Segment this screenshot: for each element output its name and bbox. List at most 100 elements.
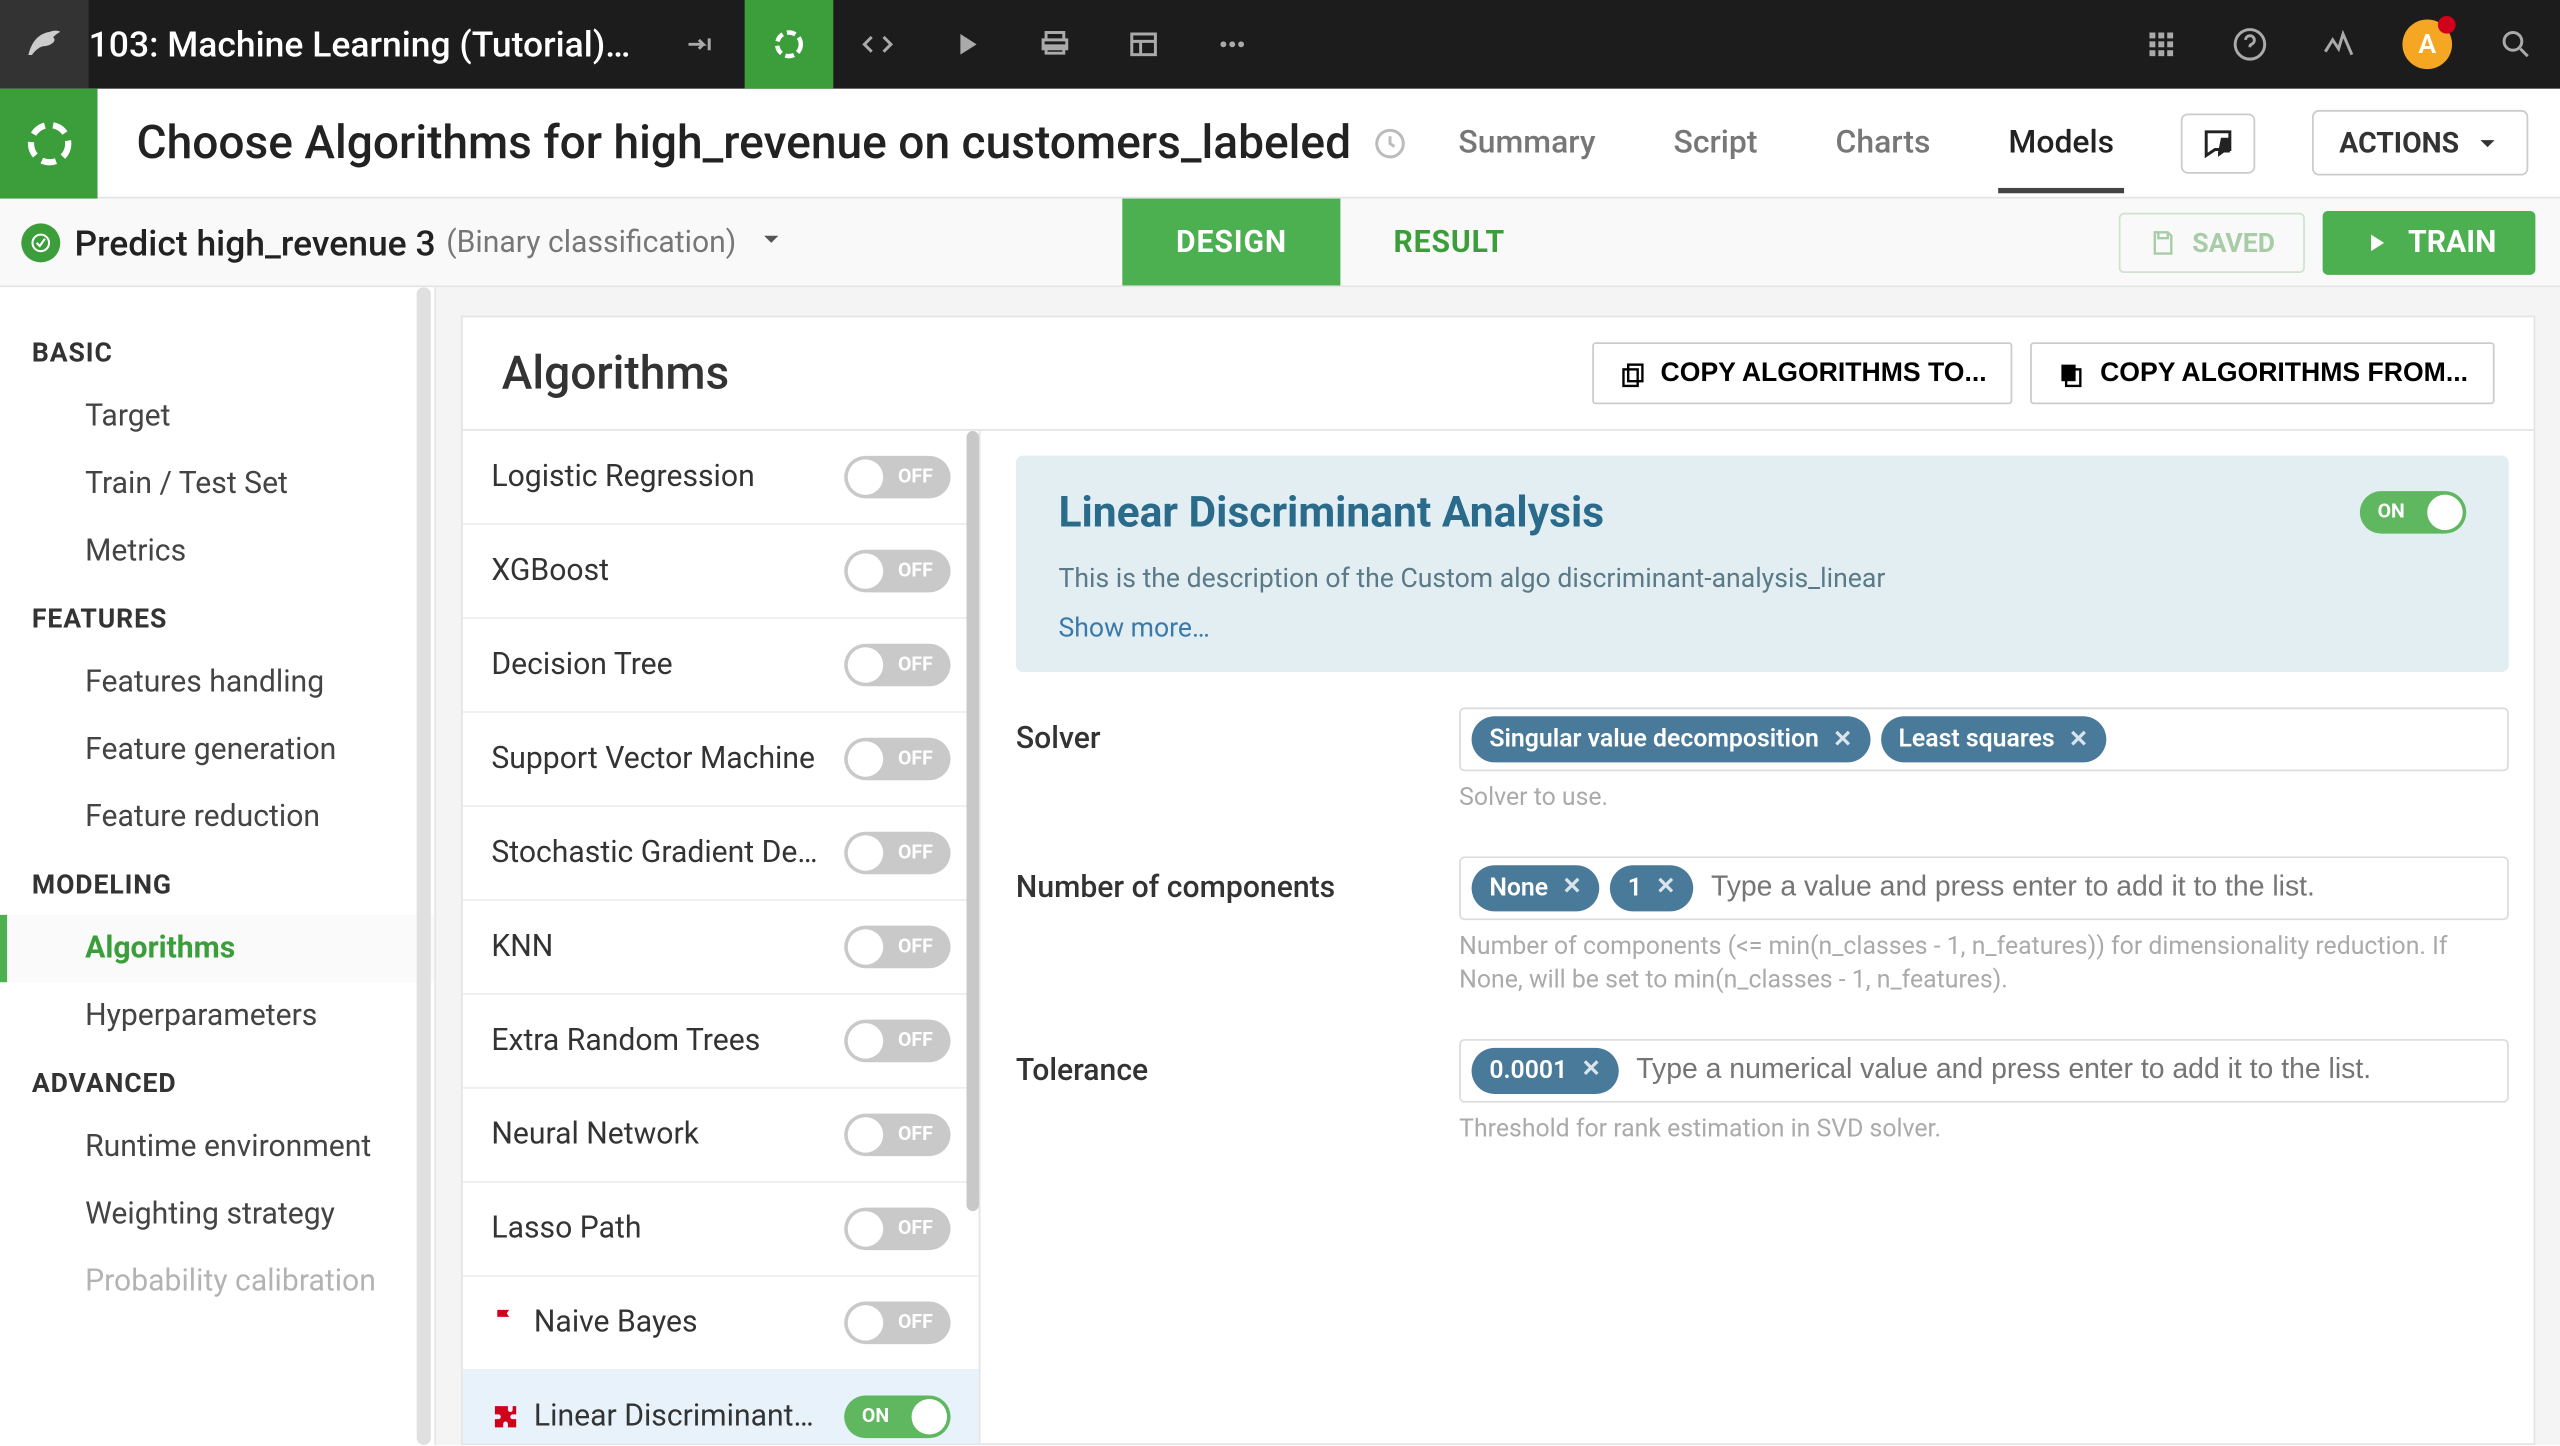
more-icon[interactable] xyxy=(1188,0,1277,89)
saved-label: SAVED xyxy=(2192,226,2275,258)
remove-tag-icon[interactable]: ✕ xyxy=(1833,726,1852,753)
help-icon[interactable] xyxy=(2206,0,2295,89)
algo-toggle[interactable]: OFF xyxy=(844,644,950,687)
nav-hyperparameters[interactable]: Hyperparameters xyxy=(0,982,434,1049)
print-icon[interactable] xyxy=(1011,0,1100,89)
tab-models[interactable]: Models xyxy=(1998,92,2125,193)
algo-row[interactable]: Extra Random TreesOFF xyxy=(463,995,979,1089)
remove-tag-icon[interactable]: ✕ xyxy=(1581,1057,1600,1084)
algo-toggle[interactable]: OFF xyxy=(844,550,950,593)
tag[interactable]: Singular value decomposition✕ xyxy=(1472,716,1871,762)
algo-row[interactable]: Lasso PathOFF xyxy=(463,1183,979,1277)
algo-name: Neural Network xyxy=(491,1117,699,1152)
nav-section-advanced: ADVANCED xyxy=(0,1050,434,1114)
apps-grid-icon[interactable] xyxy=(2117,0,2206,89)
train-label: TRAIN xyxy=(2408,224,2496,259)
algo-row[interactable]: Neural Network OFF xyxy=(463,1089,979,1183)
algo-row[interactable]: KNNOFF xyxy=(463,901,979,995)
algo-toggle[interactable]: OFF xyxy=(844,926,950,969)
tab-script[interactable]: Script xyxy=(1663,92,1768,193)
algo-toggle[interactable]: ON xyxy=(844,1395,950,1438)
param-solver: Solver Singular value decomposition✕ Lea… xyxy=(1016,707,2509,816)
model-name[interactable]: Predict high_revenue 3 xyxy=(74,221,435,264)
remove-tag-icon[interactable]: ✕ xyxy=(2069,726,2088,753)
project-title[interactable]: 103: Machine Learning (Tutorial) f… xyxy=(89,23,656,66)
tag[interactable]: 0.0001✕ xyxy=(1472,1047,1619,1093)
notification-dot-icon xyxy=(2438,16,2456,34)
tab-charts[interactable]: Charts xyxy=(1825,92,1941,193)
sub-header: Predict high_revenue 3 (Binary classific… xyxy=(0,199,2560,288)
code-icon[interactable] xyxy=(833,0,922,89)
nav-weighting[interactable]: Weighting strategy xyxy=(0,1181,434,1248)
chat-button[interactable] xyxy=(2181,113,2255,173)
algo-row[interactable]: Logistic RegressionOFF xyxy=(463,431,979,525)
play-icon[interactable] xyxy=(922,0,1011,89)
nav-metrics[interactable]: Metrics xyxy=(0,518,434,585)
left-nav: BASIC Target Train / Test Set Metrics FE… xyxy=(0,287,436,1445)
algo-row[interactable]: XGBoostOFF xyxy=(463,525,979,619)
avatar[interactable]: A xyxy=(2383,0,2472,89)
nav-target[interactable]: Target xyxy=(0,383,434,450)
algo-name: Linear Discriminant… xyxy=(534,1399,814,1434)
algo-toggle[interactable]: OFF xyxy=(844,832,950,875)
layout-icon[interactable] xyxy=(1099,0,1188,89)
algo-row[interactable]: Stochastic Gradient De… OFF xyxy=(463,807,979,901)
tab-design[interactable]: DESIGN xyxy=(1123,199,1340,286)
nav-algorithms[interactable]: Algorithms xyxy=(0,915,434,982)
algo-row[interactable]: Support Vector Machine OFF xyxy=(463,713,979,807)
algo-toggle[interactable]: OFF xyxy=(844,1301,950,1344)
search-icon[interactable] xyxy=(2472,0,2560,89)
nav-train-test[interactable]: Train / Test Set xyxy=(0,450,434,517)
refresh-icon[interactable] xyxy=(1372,125,1407,160)
circle-icon[interactable] xyxy=(745,0,834,89)
page-title: Choose Algorithms for high_revenue on cu… xyxy=(137,116,1352,169)
show-more-link[interactable]: Show more… xyxy=(1058,612,2466,644)
tolerance-input[interactable]: 0.0001✕ xyxy=(1459,1039,2509,1103)
recipe-logo-icon[interactable] xyxy=(0,88,98,198)
algo-toggle[interactable]: OFF xyxy=(844,1019,950,1062)
nav-feature-generation[interactable]: Feature generation xyxy=(0,716,434,783)
actions-button[interactable]: ACTIONS xyxy=(2313,110,2529,176)
n-components-input[interactable]: None✕ 1✕ xyxy=(1459,856,2509,920)
detail-header-card: Linear Discriminant Analysis ON This is … xyxy=(1016,456,2509,672)
algorithm-list: Logistic RegressionOFFXGBoostOFFDecision… xyxy=(463,431,981,1443)
activity-icon[interactable] xyxy=(2294,0,2383,89)
remove-tag-icon[interactable]: ✕ xyxy=(1562,874,1581,901)
algorithm-detail: Linear Discriminant Analysis ON This is … xyxy=(980,431,2533,1443)
main-area: Algorithms COPY ALGORITHMS TO... COPY AL… xyxy=(436,287,2560,1445)
detail-toggle[interactable]: ON xyxy=(2360,491,2466,534)
flow-icon[interactable] xyxy=(656,0,745,89)
algo-toggle[interactable]: OFF xyxy=(844,1113,950,1156)
algo-toggle[interactable]: OFF xyxy=(844,1207,950,1250)
nav-features-handling[interactable]: Features handling xyxy=(0,649,434,716)
nav-probability[interactable]: Probability calibration xyxy=(0,1248,434,1315)
nav-runtime[interactable]: Runtime environment xyxy=(0,1113,434,1180)
tab-result[interactable]: RESULT xyxy=(1340,199,1558,286)
detail-description: This is the description of the Custom al… xyxy=(1058,562,2466,594)
algo-toggle[interactable]: OFF xyxy=(844,456,950,499)
algo-row[interactable]: Decision Tree OFF xyxy=(463,619,979,713)
chevron-down-icon[interactable] xyxy=(758,224,786,259)
tab-summary[interactable]: Summary xyxy=(1448,92,1606,193)
copy-to-button[interactable]: COPY ALGORITHMS TO... xyxy=(1591,342,2013,404)
nav-feature-reduction[interactable]: Feature reduction xyxy=(0,784,434,851)
train-button[interactable]: TRAIN xyxy=(2323,210,2535,274)
tag[interactable]: 1✕ xyxy=(1610,865,1693,911)
algo-name: Stochastic Gradient De… xyxy=(491,835,817,870)
solver-input[interactable]: Singular value decomposition✕ Least squa… xyxy=(1459,707,2509,771)
tag[interactable]: None✕ xyxy=(1472,865,1600,911)
algo-toggle[interactable]: OFF xyxy=(844,738,950,781)
app-logo-icon[interactable] xyxy=(0,0,89,89)
tag[interactable]: Least squares✕ xyxy=(1881,716,2106,762)
tag-text-input[interactable] xyxy=(1704,865,2497,911)
help-text: Number of components (<= min(n_classes -… xyxy=(1459,930,2509,999)
scrollbar[interactable] xyxy=(966,431,978,1211)
algo-row[interactable]: Naive BayesOFF xyxy=(463,1277,979,1371)
algo-name: Support Vector Machine xyxy=(491,741,815,776)
algo-row[interactable]: Linear Discriminant… ON xyxy=(463,1371,979,1444)
algo-name: Decision Tree xyxy=(491,647,672,682)
tag-text-input[interactable] xyxy=(1629,1047,2496,1093)
copy-from-button[interactable]: COPY ALGORITHMS FROM... xyxy=(2031,342,2495,404)
flag-icon xyxy=(491,1304,519,1341)
remove-tag-icon[interactable]: ✕ xyxy=(1656,874,1675,901)
